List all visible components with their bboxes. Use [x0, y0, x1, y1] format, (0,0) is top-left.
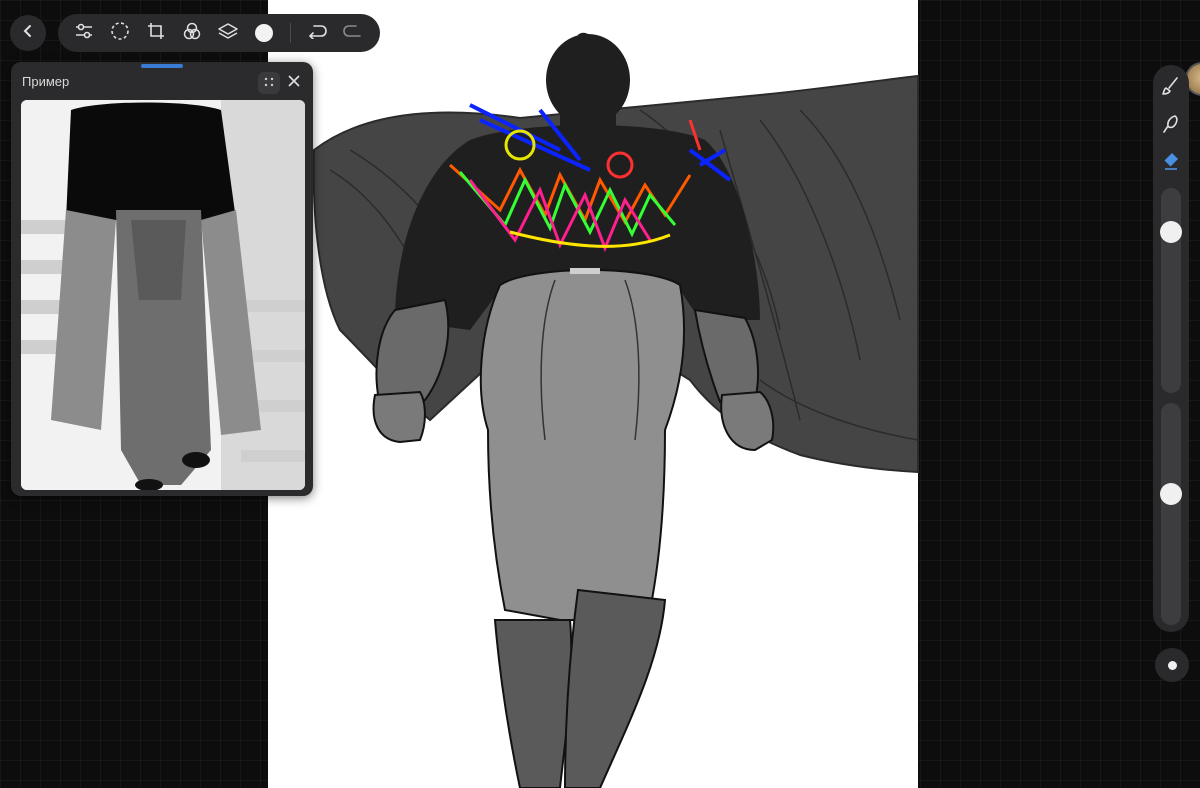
- expand-dots-icon: [264, 74, 274, 92]
- brush-opacity-thumb[interactable]: [1160, 483, 1182, 505]
- reference-panel[interactable]: Пример: [11, 62, 313, 496]
- reference-close-button[interactable]: [283, 72, 305, 94]
- redo-icon: [342, 23, 364, 44]
- layers-button[interactable]: [212, 17, 244, 49]
- figure-body: [479, 269, 685, 621]
- blend-button[interactable]: [176, 17, 208, 49]
- right-boot: [563, 588, 667, 788]
- brush-tool-button[interactable]: [1158, 75, 1184, 101]
- reference-title: Пример: [22, 74, 70, 89]
- brush-size-slider[interactable]: [1161, 188, 1181, 393]
- redo-button[interactable]: [337, 17, 369, 49]
- brush-icon: [1161, 76, 1181, 101]
- reference-drag-handle[interactable]: [141, 64, 183, 68]
- right-fist: [720, 390, 775, 452]
- chevron-left-icon: [21, 24, 35, 43]
- reference-expand-button[interactable]: [258, 72, 280, 94]
- layers-icon: [217, 21, 239, 46]
- reference-image[interactable]: [21, 100, 305, 490]
- left-boot: [493, 619, 573, 788]
- gallery-back-button[interactable]: [10, 15, 46, 51]
- smudge-icon: [1161, 114, 1181, 139]
- overlap-circles-icon: [182, 21, 202, 46]
- brush-size-thumb[interactable]: [1160, 220, 1182, 243]
- undo-button[interactable]: [301, 17, 333, 49]
- adjustments-button[interactable]: [68, 17, 100, 49]
- selection-button[interactable]: [104, 17, 136, 49]
- top-toolbar: [58, 14, 380, 52]
- modify-button[interactable]: [1155, 648, 1189, 682]
- modify-dot-icon: [1167, 660, 1177, 670]
- transform-button[interactable]: [140, 17, 172, 49]
- toolbar-divider: [290, 23, 291, 43]
- close-icon: [288, 74, 300, 92]
- undo-icon: [306, 23, 328, 44]
- dashed-circle-icon: [110, 21, 130, 46]
- left-fist: [372, 390, 426, 444]
- eraser-icon: [1161, 150, 1181, 175]
- brush-sidebar: [1153, 65, 1189, 632]
- smudge-tool-button[interactable]: [1158, 113, 1184, 139]
- sliders-icon: [74, 23, 94, 44]
- color-button[interactable]: [248, 17, 280, 49]
- crop-transform-icon: [146, 21, 166, 46]
- eraser-tool-button[interactable]: [1158, 149, 1184, 175]
- brush-opacity-slider[interactable]: [1161, 403, 1181, 625]
- current-color-swatch: [255, 24, 273, 42]
